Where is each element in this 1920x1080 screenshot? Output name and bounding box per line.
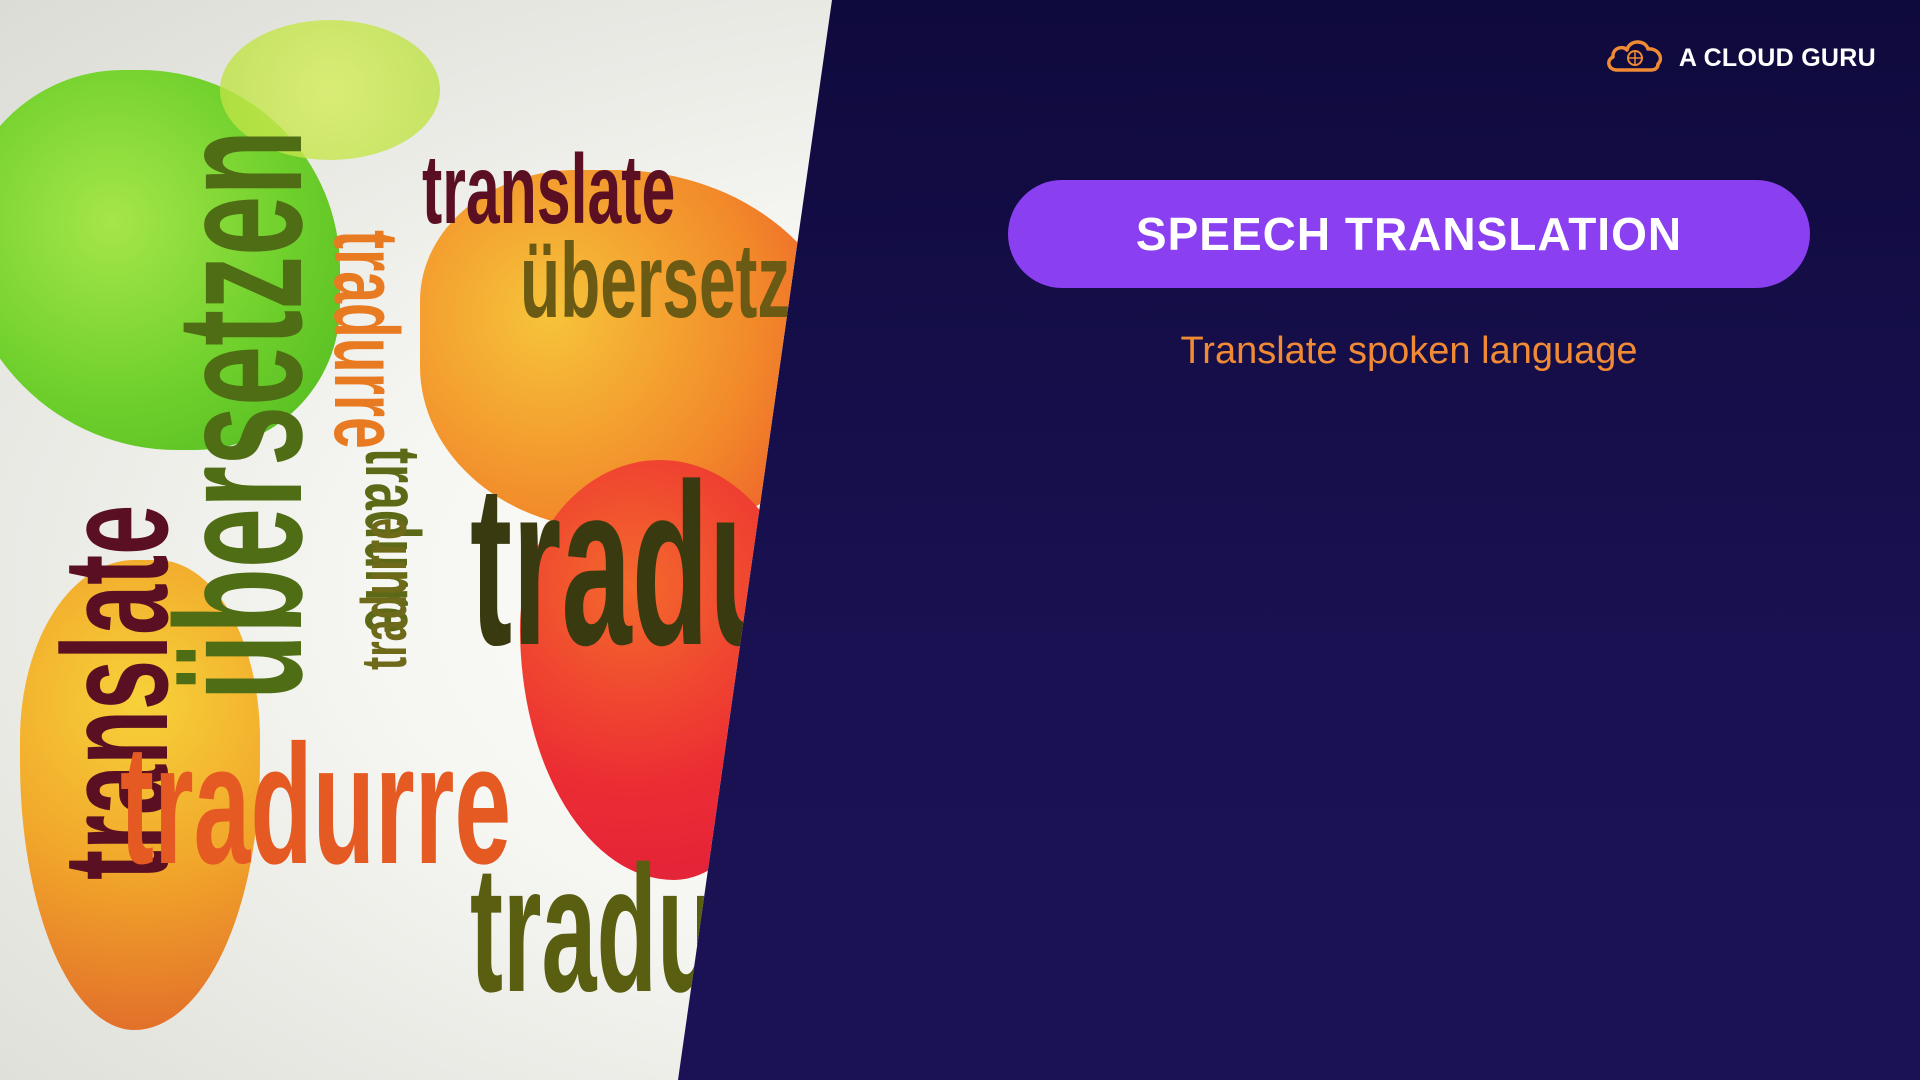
slide: translate übersetzen translate übersetze… [0, 0, 1920, 1080]
slide-title: SPEECH TRANSLATION [1135, 208, 1683, 260]
brand-logo: A CLOUD GURU [1603, 36, 1876, 81]
world-map-collage-image: translate übersetzen translate übersetze… [0, 0, 867, 1080]
brand-name: A CLOUD GURU [1678, 44, 1876, 72]
title-pill: SPEECH TRANSLATION [1008, 180, 1810, 288]
word-tradui-bottom: tradui [470, 829, 746, 1030]
word-traduc-large: traduc [470, 436, 857, 693]
cloud-logo-icon [1603, 36, 1667, 81]
word-ubersetzen-vertical: übersetzen [139, 129, 340, 700]
slide-subtitle: Translate spoken language [1180, 330, 1638, 372]
word-tradurre-bottom: tradurre [120, 710, 512, 900]
word-ubersetzen-right: übersetzen [520, 222, 867, 340]
word-tradurre-small-vertical: tradurre [348, 517, 420, 670]
word-tradurre-vertical-orange: tradurre [315, 230, 417, 449]
